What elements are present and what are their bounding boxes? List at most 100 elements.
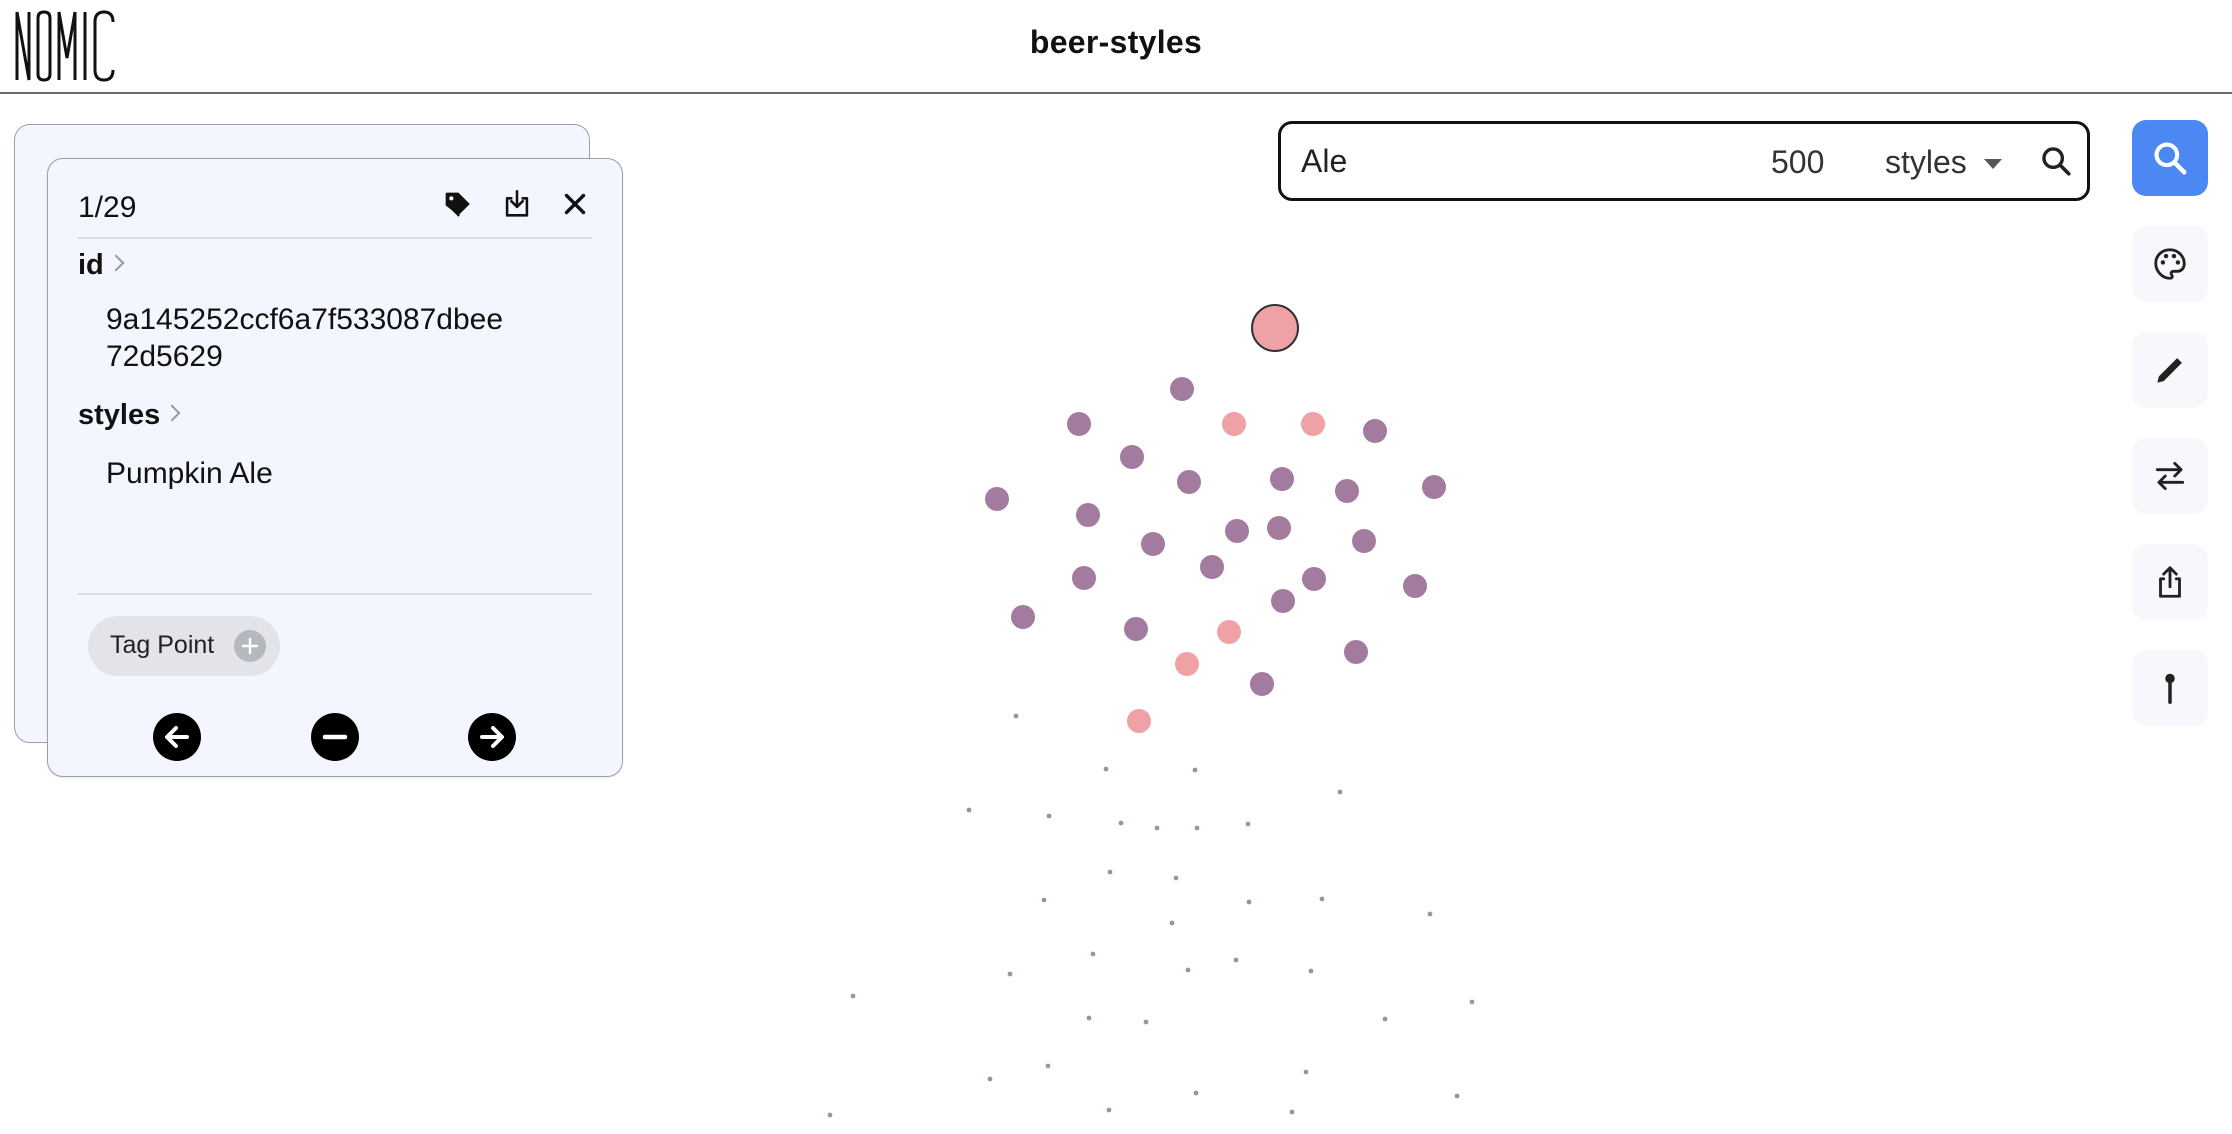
- map-point[interactable]: [1271, 589, 1295, 613]
- map-point[interactable]: [1141, 532, 1165, 556]
- map-point[interactable]: [1267, 516, 1291, 540]
- map-point-faint[interactable]: [1233, 957, 1239, 963]
- map-point-faint[interactable]: [987, 1076, 993, 1082]
- page-title: beer-styles: [1029, 24, 1203, 60]
- map-point-faint[interactable]: [850, 993, 856, 999]
- map-point-faint[interactable]: [1154, 825, 1160, 831]
- map-point[interactable]: [1301, 412, 1325, 436]
- map-point-faint[interactable]: [1041, 897, 1047, 903]
- plus-icon: [234, 630, 266, 662]
- map-point-faint[interactable]: [1090, 951, 1096, 957]
- selected-map-point[interactable]: [1251, 304, 1299, 352]
- map-point-faint[interactable]: [1337, 789, 1343, 795]
- field-select[interactable]: styles: [1885, 144, 1967, 181]
- search-icon[interactable]: [2039, 144, 2073, 178]
- remove-point-button[interactable]: [311, 713, 359, 761]
- map-point-faint[interactable]: [1185, 967, 1191, 973]
- chevron-right-icon: [163, 404, 181, 422]
- map-point-faint[interactable]: [1106, 1107, 1112, 1113]
- map-point-faint[interactable]: [1192, 767, 1198, 773]
- map-point[interactable]: [1072, 566, 1096, 590]
- map-point[interactable]: [1344, 640, 1368, 664]
- map-point[interactable]: [1175, 652, 1199, 676]
- map-point-faint[interactable]: [1007, 971, 1013, 977]
- map-point[interactable]: [1011, 605, 1035, 629]
- map-point-faint[interactable]: [1469, 999, 1475, 1005]
- map-point[interactable]: [1352, 529, 1376, 553]
- previous-point-button[interactable]: [153, 713, 201, 761]
- export-tool-button[interactable]: [2132, 544, 2208, 620]
- chevron-right-icon: [107, 254, 125, 272]
- map-point-faint[interactable]: [827, 1112, 833, 1118]
- tag-icon[interactable]: [440, 187, 474, 221]
- map-point-faint[interactable]: [1046, 813, 1052, 819]
- next-point-button[interactable]: [468, 713, 516, 761]
- map-point[interactable]: [985, 487, 1009, 511]
- map-point-faint[interactable]: [1289, 1109, 1295, 1115]
- close-icon[interactable]: [558, 187, 592, 221]
- map-point-faint[interactable]: [1103, 766, 1109, 772]
- point-pager: 1/29: [78, 191, 137, 224]
- point-detail-panel: 1/29 id 9a145252ccf6a7f533087dbee 72d562…: [47, 158, 623, 777]
- map-point[interactable]: [1127, 709, 1151, 733]
- color-tool-button[interactable]: [2132, 226, 2208, 302]
- field-label-id[interactable]: id: [78, 249, 125, 282]
- map-point-faint[interactable]: [1427, 911, 1433, 917]
- map-point[interactable]: [1403, 574, 1427, 598]
- share-icon: [2159, 566, 2181, 598]
- search-input[interactable]: [1301, 143, 1721, 180]
- map-point-faint[interactable]: [1454, 1093, 1460, 1099]
- field-label-styles[interactable]: styles: [78, 399, 181, 432]
- map-point-faint[interactable]: [1173, 875, 1179, 881]
- compare-tool-button[interactable]: [2132, 438, 2208, 514]
- map-point-faint[interactable]: [1382, 1016, 1388, 1022]
- map-point-faint[interactable]: [1303, 1069, 1309, 1075]
- pin-icon: [2165, 673, 2175, 704]
- map-point-faint[interactable]: [1193, 1090, 1199, 1096]
- map-point-faint[interactable]: [1319, 896, 1325, 902]
- minus-icon: [322, 734, 348, 740]
- field-value-styles: Pumpkin Ale: [106, 457, 273, 490]
- map-point[interactable]: [1067, 412, 1091, 436]
- pin-tool-button[interactable]: [2132, 650, 2208, 726]
- map-point-faint[interactable]: [1169, 920, 1175, 926]
- map-point[interactable]: [1335, 479, 1359, 503]
- map-point[interactable]: [1225, 519, 1249, 543]
- map-point-faint[interactable]: [1107, 869, 1113, 875]
- map-point[interactable]: [1250, 672, 1274, 696]
- map-point[interactable]: [1217, 620, 1241, 644]
- divider: [78, 237, 592, 239]
- map-point-faint[interactable]: [1013, 713, 1019, 719]
- map-point-faint[interactable]: [1245, 821, 1251, 827]
- map-point-faint[interactable]: [1143, 1019, 1149, 1025]
- map-point-faint[interactable]: [1118, 820, 1124, 826]
- map-point[interactable]: [1363, 419, 1387, 443]
- map-point-faint[interactable]: [1246, 899, 1252, 905]
- chevron-down-icon[interactable]: [1984, 159, 2002, 169]
- map-point[interactable]: [1200, 555, 1224, 579]
- map-point-faint[interactable]: [1308, 968, 1314, 974]
- result-count[interactable]: 500: [1771, 144, 1824, 181]
- map-point[interactable]: [1170, 377, 1194, 401]
- map-point[interactable]: [1120, 445, 1144, 469]
- map-point-faint[interactable]: [1045, 1063, 1051, 1069]
- field-value-id: 9a145252ccf6a7f533087dbee 72d5629: [106, 303, 504, 373]
- app-header: beer-styles: [0, 0, 2232, 94]
- tag-point-button[interactable]: Tag Point: [88, 616, 280, 676]
- search-tool-button[interactable]: [2132, 120, 2208, 196]
- map-point-faint[interactable]: [1194, 825, 1200, 831]
- map-point-faint[interactable]: [966, 807, 972, 813]
- search-icon: [2154, 142, 2187, 175]
- map-point[interactable]: [1422, 475, 1446, 499]
- download-icon[interactable]: [500, 187, 534, 221]
- map-point[interactable]: [1222, 412, 1246, 436]
- arrow-right-icon: [480, 726, 504, 748]
- annotate-tool-button[interactable]: [2132, 332, 2208, 408]
- map-point[interactable]: [1124, 617, 1148, 641]
- map-point[interactable]: [1076, 503, 1100, 527]
- map-point[interactable]: [1177, 470, 1201, 494]
- map-point[interactable]: [1270, 467, 1294, 491]
- map-point-faint[interactable]: [1086, 1015, 1092, 1021]
- arrow-left-icon: [165, 726, 189, 748]
- map-point[interactable]: [1302, 567, 1326, 591]
